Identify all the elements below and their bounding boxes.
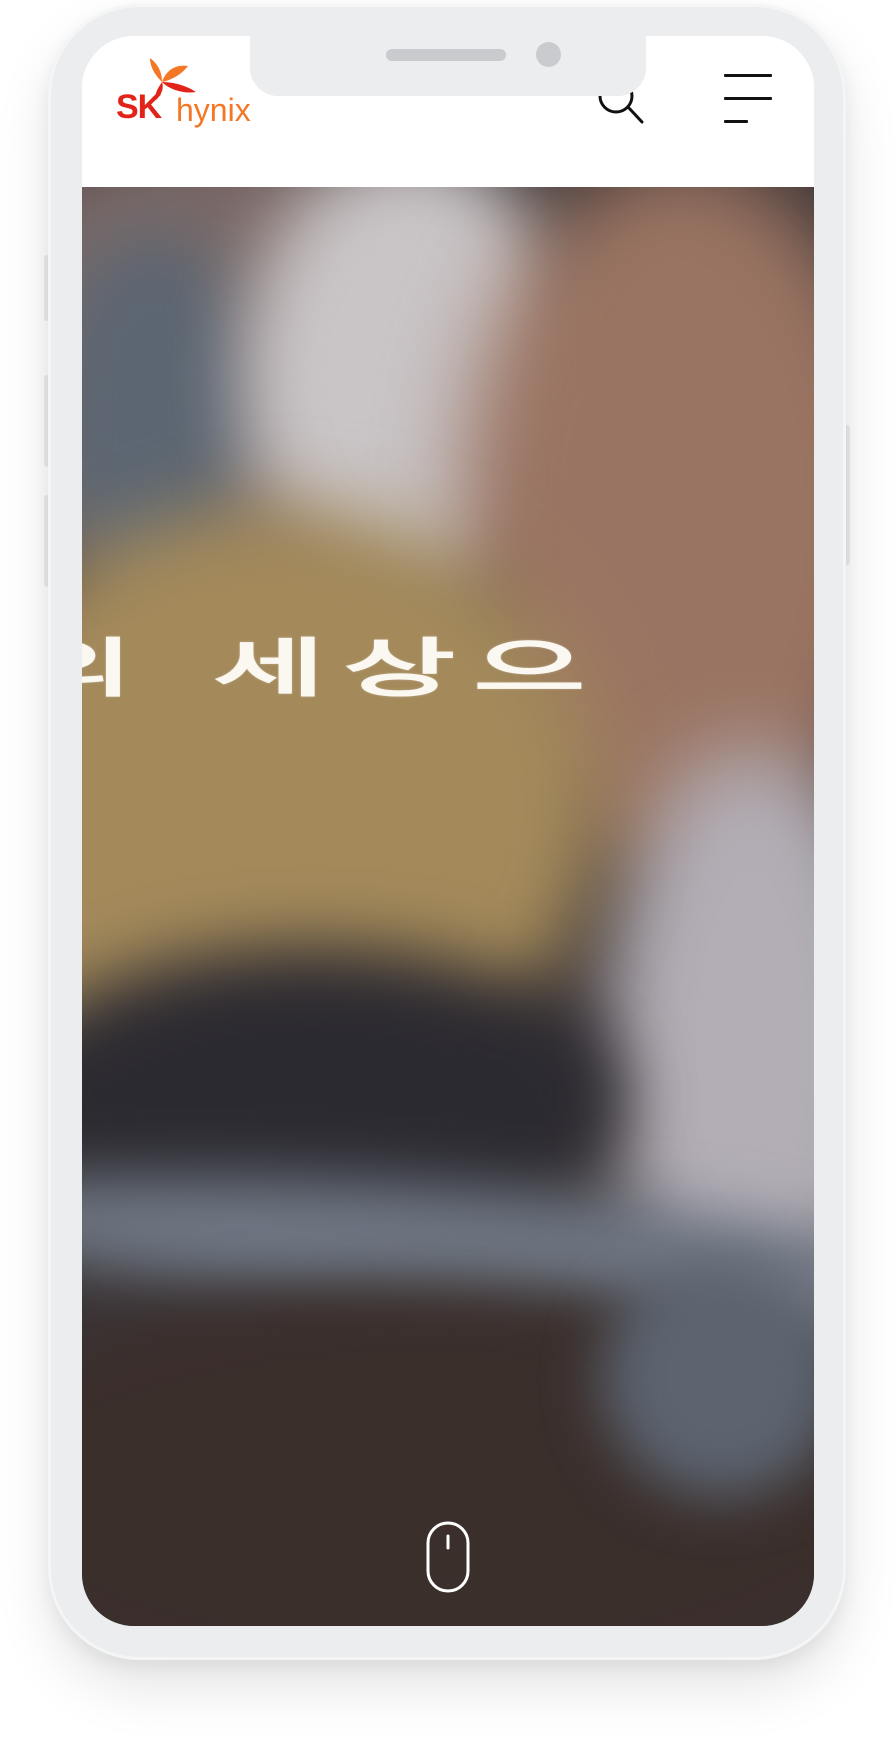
hamburger-line xyxy=(724,120,748,123)
hero-headline: 의 세상으 xyxy=(82,631,604,706)
menu-button[interactable] xyxy=(710,74,778,134)
phone-screen: SK hynix 세상으 xyxy=(82,36,814,1626)
phone-notch xyxy=(250,36,646,96)
mouse-scroll-icon xyxy=(426,1521,470,1593)
device-mockup: SK hynix 세상으 xyxy=(0,0,896,1743)
hamburger-menu-icon xyxy=(724,74,772,77)
logo-text-hynix: hynix xyxy=(176,92,251,128)
hamburger-line xyxy=(724,97,772,100)
logo-text-sk: SK xyxy=(116,88,162,126)
front-camera xyxy=(536,42,561,67)
hero-video: 의 세상으 xyxy=(82,187,814,1626)
speaker-grille xyxy=(386,49,506,61)
scroll-down-button[interactable] xyxy=(425,1520,471,1594)
sk-hynix-logo[interactable]: SK hynix xyxy=(116,54,264,134)
